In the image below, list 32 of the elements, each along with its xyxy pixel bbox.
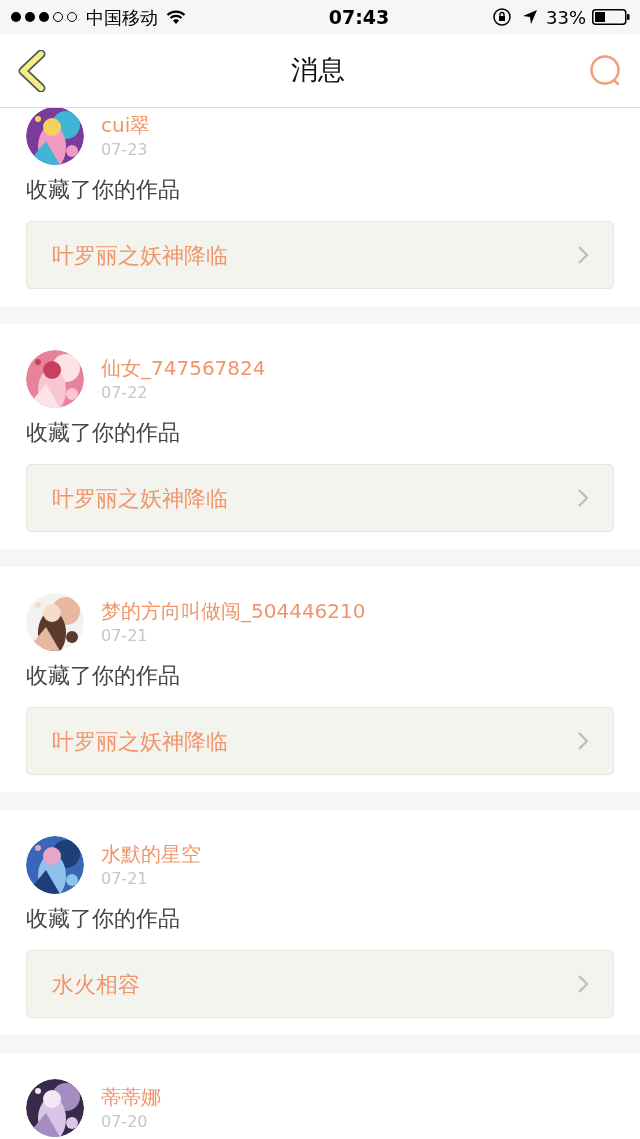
message-text: 收藏了你的作品 bbox=[26, 662, 181, 690]
user-name[interactable]: 梦的方向叫做闯_504446210 bbox=[101, 597, 366, 625]
carrier-name: 中国移动 bbox=[86, 5, 158, 30]
battery-percent: 33% bbox=[546, 5, 586, 30]
chevron-right-icon bbox=[577, 731, 589, 751]
message-date: 07-21 bbox=[101, 625, 149, 647]
message-text: 收藏了你的作品 bbox=[26, 905, 181, 933]
work-link[interactable]: 叶罗丽之妖神降临 bbox=[26, 464, 614, 532]
user-name[interactable]: 水默的星空 bbox=[101, 840, 201, 868]
message-date: 07-22 bbox=[101, 382, 149, 404]
chevron-right-icon bbox=[577, 245, 589, 265]
message-text: 收藏了你的作品 bbox=[26, 176, 181, 204]
work-link[interactable]: 水火相容 bbox=[26, 950, 614, 1018]
message-text: 收藏了你的作品 bbox=[26, 419, 181, 447]
message-date: 07-23 bbox=[101, 139, 149, 161]
wifi-icon bbox=[166, 9, 186, 25]
rotation-lock-icon bbox=[492, 7, 512, 27]
message-date: 07-20 bbox=[101, 1111, 149, 1133]
message-date: 07-21 bbox=[101, 868, 149, 890]
signal-icon bbox=[10, 11, 80, 23]
location-arrow-icon bbox=[522, 9, 538, 25]
work-link[interactable]: 叶罗丽之妖神降临 bbox=[26, 221, 614, 289]
chevron-right-icon bbox=[577, 974, 589, 994]
back-button[interactable] bbox=[16, 48, 48, 93]
chevron-right-icon bbox=[577, 488, 589, 508]
user-name[interactable]: 蒂蒂娜 bbox=[101, 1083, 161, 1111]
work-link[interactable]: 叶罗丽之妖神降临 bbox=[26, 707, 614, 775]
battery-icon bbox=[592, 9, 630, 25]
user-name[interactable]: 仙女_747567824 bbox=[101, 354, 266, 382]
user-name[interactable]: cui翠 bbox=[101, 111, 151, 139]
page-title: 消息 bbox=[291, 53, 345, 88]
clock-time: 07:43 bbox=[328, 4, 390, 30]
